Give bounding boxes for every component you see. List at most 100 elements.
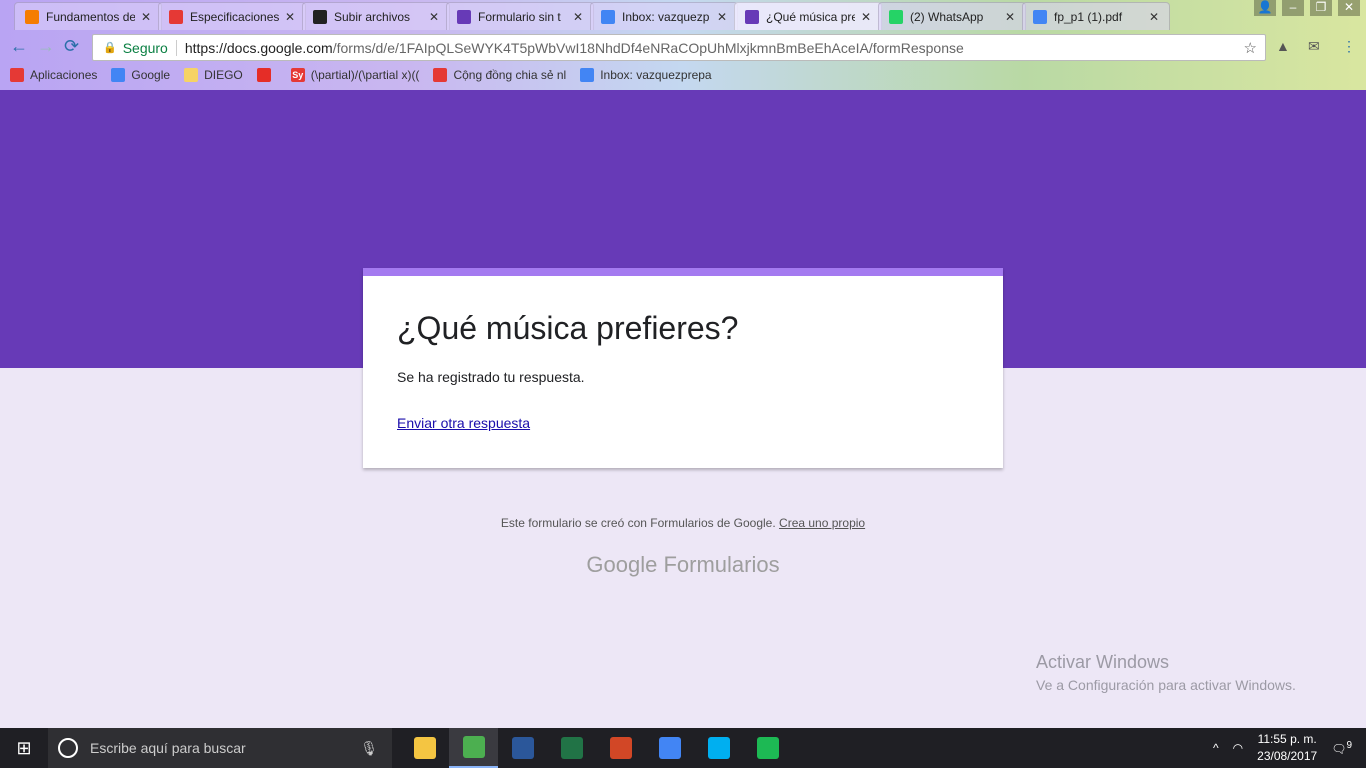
tab-title: Fundamentos de	[46, 9, 135, 24]
bookmark-label: (\partial)/(\partial x)((	[310, 68, 420, 82]
windows-start-icon[interactable]: ⊞	[0, 738, 48, 759]
tab[interactable]: Formulario sin t ✕	[446, 2, 594, 30]
confirmation-message: Se ha registrado tu respuesta.	[397, 369, 585, 385]
tab-title: fp_p1 (1).pdf	[1054, 9, 1123, 24]
system-tray: ^ ◠ 11:55 p. m. 23/08/2017 🗨9	[1213, 728, 1366, 768]
watermark-subtitle: Ve a Configuración para activar Windows.	[1036, 677, 1296, 693]
tab[interactable]: fp_p1 (1).pdf ✕	[1022, 2, 1170, 30]
window-controls: 👤 – ❐ ✕	[1254, 0, 1360, 16]
close-tab-icon[interactable]: ✕	[1005, 10, 1015, 24]
bookmark-star-icon[interactable]: ☆	[1244, 39, 1257, 57]
menu-icon[interactable]: ⋮	[1342, 38, 1356, 55]
clock[interactable]: 11:55 p. m. 23/08/2017	[1257, 731, 1317, 765]
wifi-icon[interactable]: ◠	[1233, 741, 1243, 755]
spotify-icon	[756, 737, 779, 759]
reload-button[interactable]: ⟳	[64, 36, 79, 57]
pdf-icon	[169, 9, 183, 24]
back-button[interactable]: ←	[10, 36, 28, 57]
submit-another-response-link[interactable]: Enviar otra respuesta	[397, 415, 530, 431]
profile-button[interactable]: 👤	[1254, 0, 1276, 16]
bookmark-icon	[580, 68, 595, 82]
maximize-button[interactable]: ❐	[1310, 0, 1332, 16]
bookmark-item[interactable]: Inbox: vazquezprepa	[580, 68, 712, 82]
close-window-button[interactable]: ✕	[1338, 0, 1360, 16]
close-tab-icon[interactable]: ✕	[429, 10, 439, 24]
skype-taskbar-button[interactable]	[694, 728, 743, 768]
bookmark-item[interactable]: Google	[111, 68, 170, 82]
file-explorer-taskbar-button[interactable]	[400, 728, 449, 768]
taskbar-search[interactable]: Escribe aquí para buscar 🎙	[48, 728, 392, 768]
tab[interactable]: Inbox: vazquezp ✕	[590, 2, 738, 30]
bookmark-icon	[111, 68, 126, 82]
footer-text: Este formulario se creó con Formularios …	[500, 516, 776, 530]
notification-count: 9	[1346, 740, 1352, 751]
show-hidden-icons-icon[interactable]: ^	[1213, 741, 1219, 755]
notifications-icon[interactable]: 🗨9	[1331, 740, 1352, 756]
docs-taskbar-button[interactable]	[645, 728, 694, 768]
tab-strip: Fundamentos de ✕ Especificaciones ✕ Subir ar…	[14, 2, 1170, 32]
file-icon	[1033, 9, 1047, 24]
tab-title: Subir archivos	[334, 9, 411, 24]
create-own-link[interactable]: Crea uno propio	[779, 516, 865, 530]
drive-extension-icon[interactable]: ▲	[1276, 38, 1290, 54]
toolbar: ← → ⟳ 🔒 Seguro https://docs.google.com/f…	[0, 32, 1366, 62]
form-title: ¿Qué música prefieres?	[397, 310, 739, 346]
bookmark-icon: Sy	[290, 68, 305, 82]
url-path: /forms/d/e/1FAIpQLSeWYK4T5pWbVwI18NhdDf4…	[332, 39, 964, 56]
bookmark-label: DIEGO	[204, 68, 243, 82]
blogger-icon	[25, 9, 39, 24]
bookmark-item[interactable]: Sy (\partial)/(\partial x)((	[290, 68, 420, 82]
activate-windows-watermark: Activar Windows Ve a Configuración para …	[1036, 652, 1296, 693]
tab[interactable]: Especificaciones ✕	[158, 2, 306, 30]
close-tab-icon[interactable]: ✕	[573, 10, 583, 24]
tab-title: Inbox: vazquezp	[622, 9, 710, 24]
bookmark-item[interactable]: DIEGO	[184, 68, 243, 82]
close-tab-icon[interactable]: ✕	[1149, 10, 1159, 24]
powerpoint-icon	[609, 737, 632, 759]
taskbar: ⊞ Escribe aquí para buscar 🎙 ^ ◠ 11:55 p…	[0, 728, 1366, 768]
secure-label: Seguro	[123, 39, 177, 56]
google-forms-logo[interactable]: Google Formularios	[0, 552, 1366, 578]
tab-title: Especificaciones	[190, 9, 279, 24]
inbox-extension-icon[interactable]: ✉	[1308, 38, 1320, 55]
bookmark-item[interactable]	[256, 68, 277, 82]
form-footer: Este formulario se creó con Formularios …	[0, 516, 1366, 530]
address-bar[interactable]: 🔒 Seguro https://docs.google.com/forms/d…	[92, 34, 1266, 61]
tab[interactable]: Fundamentos de ✕	[14, 2, 162, 30]
excel-icon	[560, 737, 583, 759]
bookmark-item[interactable]: Cộng đồng chia sẻ nl	[433, 68, 566, 82]
bookmark-label: Cộng đồng chia sẻ nl	[453, 68, 567, 82]
github-icon	[313, 9, 327, 24]
minimize-button[interactable]: –	[1282, 0, 1304, 16]
tab[interactable]: ¿Qué música pre ✕	[734, 2, 882, 30]
search-placeholder: Escribe aquí para buscar	[90, 740, 246, 756]
close-tab-icon[interactable]: ✕	[717, 10, 727, 24]
lock-icon: 🔒	[103, 42, 117, 54]
close-tab-icon[interactable]: ✕	[285, 10, 295, 24]
bookmark-item[interactable]: Aplicaciones	[10, 68, 97, 82]
tab[interactable]: (2) WhatsApp ✕	[878, 2, 1026, 30]
chrome-icon	[462, 736, 485, 758]
tab-title: ¿Qué música pre	[766, 9, 855, 24]
close-tab-icon[interactable]: ✕	[141, 10, 151, 24]
bookmark-label: Inbox: vazquezprepa	[600, 68, 712, 82]
bookmark-label: Aplicaciones	[30, 68, 98, 82]
spotify-taskbar-button[interactable]	[743, 728, 792, 768]
forms-icon	[457, 9, 471, 24]
tab-title: (2) WhatsApp	[910, 9, 984, 24]
cortana-icon	[58, 738, 78, 758]
forward-button[interactable]: →	[37, 36, 55, 57]
bookmark-icon	[184, 68, 199, 82]
word-taskbar-button[interactable]	[498, 728, 547, 768]
inbox-icon	[601, 9, 615, 24]
skype-icon	[707, 737, 730, 759]
chrome-taskbar-button[interactable]	[449, 728, 498, 768]
tab-title: Formulario sin t	[478, 9, 561, 24]
bookmark-icon	[433, 68, 448, 82]
tab[interactable]: Subir archivos ✕	[302, 2, 450, 30]
excel-taskbar-button[interactable]	[547, 728, 596, 768]
microphone-icon[interactable]: 🎙	[360, 740, 378, 757]
close-tab-icon[interactable]: ✕	[861, 10, 871, 24]
powerpoint-taskbar-button[interactable]	[596, 728, 645, 768]
pinned-apps	[400, 728, 792, 768]
